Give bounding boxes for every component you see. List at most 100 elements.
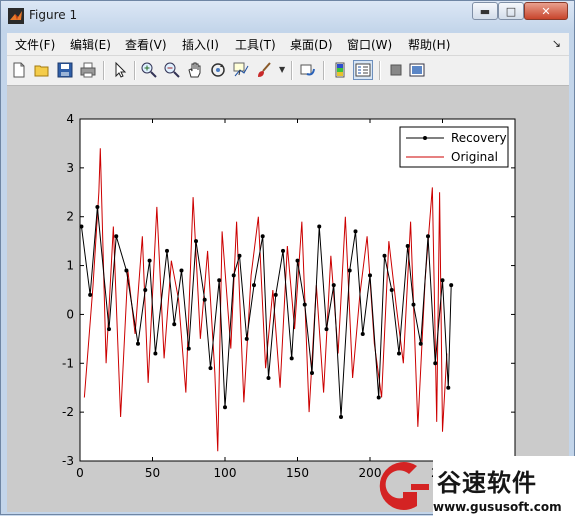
data-point [266, 375, 271, 380]
data-point [376, 395, 381, 400]
data-point [347, 268, 352, 273]
y-tick-label: 0 [66, 307, 74, 321]
colorbar-icon[interactable] [331, 61, 349, 79]
new-figure-icon[interactable] [10, 61, 28, 79]
data-point [405, 244, 410, 249]
matlab-logo-icon [8, 8, 24, 24]
data-point [153, 351, 158, 356]
close-button[interactable]: ✕ [524, 2, 568, 20]
data-point [368, 273, 372, 278]
data-point [317, 224, 322, 229]
line-plot[interactable]: 050100150200250300-3-2-101234 RecoveryOr… [7, 86, 569, 512]
data-point [172, 322, 177, 327]
y-tick-label: 1 [66, 259, 74, 273]
toolbar-separator [379, 61, 381, 80]
data-point [107, 327, 111, 332]
data-point [186, 346, 191, 351]
menu-tools[interactable]: 工具(T) [235, 36, 276, 53]
data-point [389, 288, 394, 292]
legend-label: Recovery [451, 131, 507, 145]
data-point [281, 248, 285, 253]
data-point [360, 331, 365, 336]
data-point [449, 283, 454, 288]
open-file-icon[interactable] [33, 61, 51, 79]
x-tick-label: 50 [145, 466, 160, 480]
data-point [136, 341, 140, 346]
data-point [124, 268, 129, 273]
data-point [411, 302, 416, 307]
data-point [237, 253, 242, 258]
brush-dropdown-icon[interactable]: ▼ [279, 65, 285, 74]
data-point [397, 351, 401, 356]
menu-edit[interactable]: 编辑(E) [70, 36, 111, 53]
data-point [382, 253, 387, 258]
data-point [331, 283, 336, 288]
menu-overflow-icon[interactable]: ↘ [552, 37, 561, 50]
y-tick-label: 3 [66, 161, 74, 175]
data-point [165, 248, 169, 253]
y-tick-label: -1 [62, 356, 74, 370]
zoom-in-icon[interactable] [140, 61, 158, 79]
menu-desktop[interactable]: 桌面(D) [290, 36, 333, 53]
data-point [302, 302, 307, 307]
data-point [223, 405, 227, 410]
window-controls: ▬ □ ✕ [472, 2, 568, 20]
data-point [418, 341, 423, 346]
title-bar[interactable]: Figure 1 ▬ □ ✕ [1, 1, 574, 31]
menu-window[interactable]: 窗口(W) [347, 36, 392, 53]
data-point [252, 283, 256, 288]
data-point [231, 273, 236, 278]
data-point [433, 361, 438, 366]
data-point [426, 234, 430, 239]
data-point [295, 258, 300, 263]
x-tick-label: 150 [286, 466, 309, 480]
y-tick-label: 2 [66, 210, 74, 224]
menu-insert[interactable]: 插入(I) [182, 36, 219, 53]
link-plot-icon[interactable] [299, 61, 317, 79]
data-point [88, 292, 93, 297]
data-point [143, 288, 148, 292]
toolbar-separator [134, 61, 136, 80]
y-tick-label: -3 [62, 454, 74, 468]
select-arrow-icon[interactable] [111, 61, 129, 79]
zoom-out-icon[interactable] [163, 61, 181, 79]
print-icon[interactable] [79, 61, 97, 79]
show-plot-tools-icon[interactable] [408, 61, 426, 79]
data-point [353, 229, 358, 234]
data-point [202, 297, 207, 302]
save-icon[interactable] [56, 61, 74, 79]
menu-file[interactable]: 文件(F) [15, 36, 55, 53]
figure-canvas: 050100150200250300-3-2-101234 RecoveryOr… [7, 86, 569, 512]
data-point [440, 278, 445, 283]
minimize-button[interactable]: ▬ [472, 2, 498, 20]
pan-hand-icon[interactable] [186, 61, 204, 79]
data-cursor-icon[interactable] [232, 61, 250, 79]
window-title: Figure 1 [29, 8, 78, 22]
rotate-3d-icon[interactable] [209, 61, 227, 79]
watermark-brand: 谷速软件 [437, 469, 537, 497]
data-point [95, 204, 100, 209]
figure-window: Figure 1 ▬ □ ✕ 文件(F) 编辑(E) 查看(V) 插入(I) 工… [0, 0, 575, 516]
y-tick-label: 4 [66, 112, 74, 126]
toolbar-separator [323, 61, 325, 80]
data-point [79, 224, 84, 229]
toolbar-separator [103, 61, 105, 80]
watermark-url: www.gususoft.com [433, 500, 562, 514]
legend-label: Original [451, 150, 498, 164]
menu-view[interactable]: 查看(V) [125, 36, 167, 53]
data-point [339, 415, 343, 420]
data-point [446, 385, 451, 390]
data-point [310, 371, 314, 376]
legend-marker [423, 136, 427, 140]
hide-plot-tools-icon[interactable] [387, 61, 405, 79]
legend-icon[interactable] [353, 60, 373, 80]
data-point [324, 327, 329, 332]
maximize-button[interactable]: □ [498, 2, 524, 20]
data-point [273, 292, 278, 297]
x-tick-label: 0 [76, 466, 84, 480]
menu-help[interactable]: 帮助(H) [408, 36, 450, 53]
legend[interactable]: Recovery Original [399, 126, 509, 168]
data-point [179, 268, 184, 273]
data-point [147, 258, 152, 263]
brush-icon[interactable] [255, 61, 273, 79]
